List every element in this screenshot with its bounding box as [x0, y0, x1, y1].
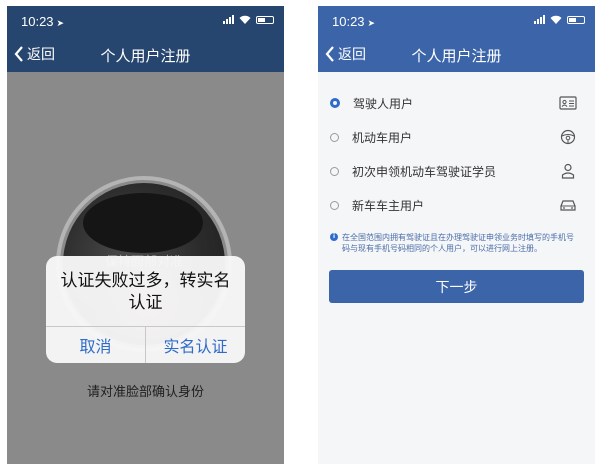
alert-dialog: 认证失败过多，转实名认证 取消 实名认证	[46, 256, 245, 363]
option-learner[interactable]: 初次申领机动车驾驶证学员	[318, 154, 595, 188]
system-icons	[223, 15, 274, 24]
car-icon	[560, 200, 576, 211]
alert-message: 认证失败过多，转实名认证	[60, 270, 231, 313]
wifi-icon	[550, 15, 562, 24]
notice-body: 在全国范围内拥有驾驶证且在办理驾驶证申领业务时填写的手机号码与现有手机号码相同的…	[342, 233, 574, 253]
option-label: 初次申领机动车驾驶证学员	[352, 164, 497, 179]
real-name-auth-button[interactable]: 实名认证	[145, 327, 245, 363]
location-arrow-icon: ➤	[367, 18, 376, 28]
nav-bar: 返回 个人用户注册	[7, 38, 284, 72]
option-vehicle[interactable]: 机动车用户	[318, 120, 595, 154]
next-button[interactable]: 下一步	[329, 270, 584, 303]
page-title: 个人用户注册	[100, 47, 191, 65]
option-label: 新车车主用户	[352, 198, 425, 213]
radio-selected[interactable]	[330, 98, 340, 108]
battery-icon	[567, 15, 585, 24]
status-time: 10:23 ➤	[21, 14, 65, 29]
option-driver[interactable]: 驾驶人用户	[318, 86, 595, 120]
status-bar: 10:23 ➤	[318, 6, 595, 38]
face-instruction: 请对准脸部确认身份	[86, 385, 204, 400]
radio-unselected[interactable]	[330, 166, 339, 176]
left-phone-screen: 10:23➤ 返回 个人用户注册 保持面部对准 请对准脸部确认身份 认证失败过多…	[7, 6, 284, 464]
radio-unselected[interactable]	[330, 200, 339, 210]
info-icon: i	[330, 233, 338, 241]
alert-buttons: 取消 实名认证	[46, 326, 245, 363]
option-label: 机动车用户	[352, 130, 413, 145]
cancel-button[interactable]: 取消	[46, 327, 145, 363]
signal-icon	[534, 15, 545, 24]
notice-text: i 在全国范围内拥有驾驶证且在办理驾驶证申领业务时填写的手机号码与现有手机号码相…	[330, 232, 581, 254]
steering-wheel-icon	[560, 129, 576, 145]
nav-bar: 返回 个人用户注册	[318, 38, 595, 72]
id-card-icon	[559, 96, 577, 110]
user-type-list: 驾驶人用户 机动车用户 初次申领机动车驾驶证学员 新车车主用户	[318, 86, 595, 222]
system-icons	[534, 15, 585, 24]
signal-icon	[223, 15, 234, 24]
right-phone-screen: 10:23 ➤ 返回 个人用户注册 驾驶人用户 机动车用户 初次申领机动车驾驶证…	[318, 6, 595, 464]
page-title: 个人用户注册	[411, 47, 502, 65]
option-new-car-owner[interactable]: 新车车主用户	[318, 188, 595, 222]
battery-icon	[256, 15, 274, 24]
person-icon	[561, 163, 575, 179]
location-arrow-icon: ➤	[56, 18, 65, 28]
radio-unselected[interactable]	[330, 132, 339, 142]
status-time: 10:23 ➤	[332, 14, 376, 29]
status-bar: 10:23 ➤	[7, 6, 284, 38]
wifi-icon	[239, 15, 251, 24]
option-label: 驾驶人用户	[353, 96, 414, 111]
